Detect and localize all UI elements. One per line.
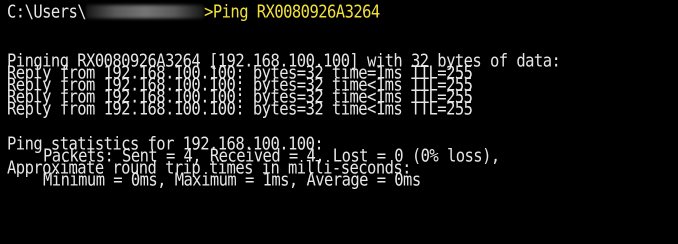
command-prompt-window[interactable]: C:\Users\ >Ping RX0080926A3264 Pinging RX… (0, 0, 678, 244)
prompt-line: C:\Users\ >Ping RX0080926A3264 (7, 1, 380, 22)
redacted-username (86, 5, 205, 19)
rtt-values: Minimum = 0ms, Maximum = 1ms, Average = … (43, 169, 421, 190)
prompt-separator: > (204, 1, 213, 22)
reply-line: Reply from 192.168.100.100: bytes=32 tim… (7, 98, 473, 119)
prompt-path: C:\Users\ (7, 1, 87, 22)
typed-command: Ping RX0080926A3264 (212, 1, 380, 22)
